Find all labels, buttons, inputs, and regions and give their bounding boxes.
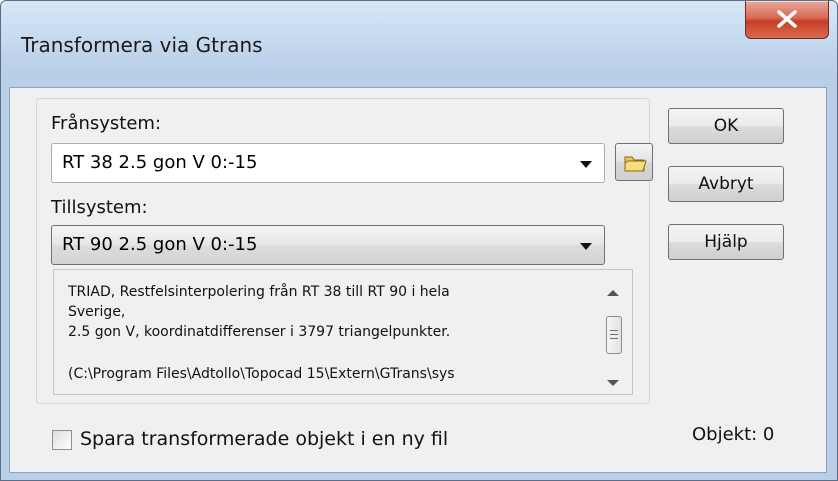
scroll-down-icon[interactable] bbox=[607, 380, 619, 386]
close-button[interactable] bbox=[745, 1, 829, 39]
to-system-label: Tillsystem: bbox=[51, 197, 148, 218]
description-line: Sverige, bbox=[68, 304, 126, 320]
grip-line bbox=[610, 338, 618, 339]
ok-button[interactable]: OK bbox=[668, 108, 784, 144]
help-button[interactable]: Hjälp bbox=[668, 224, 784, 260]
folder-icon bbox=[624, 156, 647, 172]
dialog-client-area: Frånsystem: RT 38 2.5 gon V 0:-15 Tillsy… bbox=[9, 87, 827, 473]
chevron-down-icon[interactable] bbox=[580, 243, 592, 250]
from-system-value: RT 38 2.5 gon V 0:-15 bbox=[62, 152, 258, 173]
description-line: TRIAD, Restfelsinterpolering från RT 38 … bbox=[68, 284, 450, 300]
window-title: Transformera via Gtrans bbox=[21, 33, 263, 57]
to-system-value: RT 90 2.5 gon V 0:-15 bbox=[62, 234, 258, 255]
browse-folder-button[interactable] bbox=[615, 143, 653, 181]
cancel-button[interactable]: Avbryt bbox=[668, 166, 784, 202]
title-bar: Transformera via Gtrans bbox=[1, 1, 837, 87]
from-system-label: Frånsystem: bbox=[51, 113, 162, 134]
grip-line bbox=[610, 334, 618, 335]
dialog-window: Transformera via Gtrans Frånsystem: RT 3… bbox=[0, 0, 838, 481]
transformation-description: TRIAD, Restfelsinterpolering från RT 38 … bbox=[53, 269, 633, 395]
close-icon bbox=[777, 10, 797, 28]
from-system-combobox[interactable]: RT 38 2.5 gon V 0:-15 bbox=[51, 143, 605, 183]
scroll-thumb[interactable] bbox=[606, 316, 622, 354]
chevron-down-icon[interactable] bbox=[580, 161, 592, 168]
save-to-new-file-label[interactable]: Spara transformerade objekt i en ny fil bbox=[80, 428, 448, 450]
object-count: Objekt: 0 bbox=[692, 424, 775, 445]
scroll-up-icon[interactable] bbox=[607, 290, 619, 296]
description-line: 2.5 gon V, koordinatdifferenser i 3797 t… bbox=[68, 324, 451, 340]
vertical-scrollbar[interactable] bbox=[594, 270, 632, 394]
description-line: (C:\Program Files\Adtollo\Topocad 15\Ext… bbox=[68, 366, 455, 382]
grip-line bbox=[610, 330, 618, 331]
to-system-dropdown[interactable]: RT 90 2.5 gon V 0:-15 bbox=[51, 225, 605, 265]
system-group: Frånsystem: RT 38 2.5 gon V 0:-15 Tillsy… bbox=[36, 98, 653, 404]
save-to-new-file-checkbox[interactable] bbox=[52, 430, 72, 450]
